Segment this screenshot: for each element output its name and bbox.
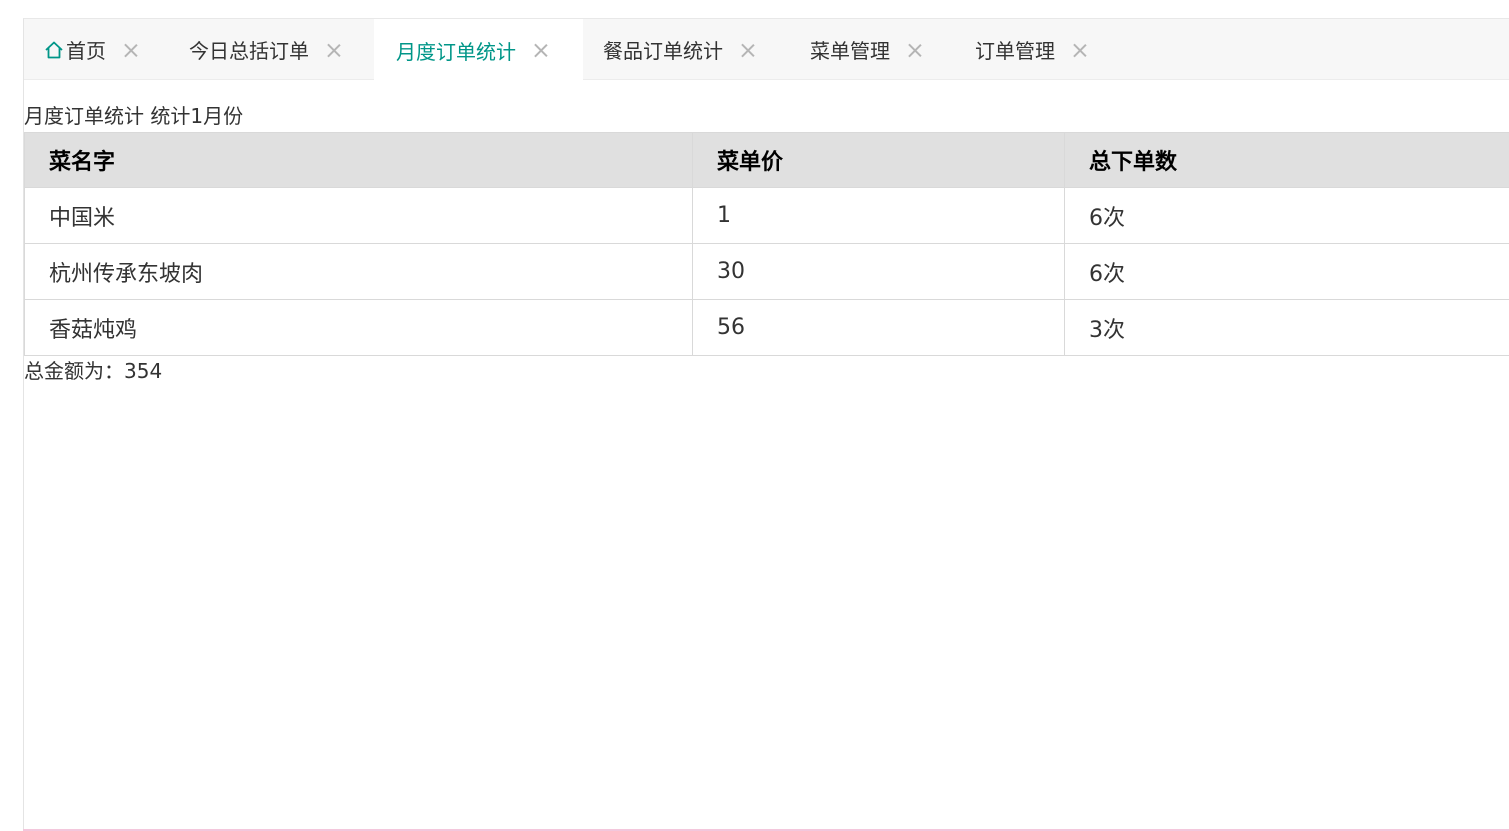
tab-today-orders[interactable]: 今日总括订单 xyxy=(189,19,341,80)
stats-table: 菜名字 菜单价 总下单数 中国米 1 6次 杭州传承东坡肉 30 6次 香菇炖鸡 xyxy=(24,132,1509,356)
cell-order-count: 6次 xyxy=(1064,187,1509,244)
cell-dish-name: 香菇炖鸡 xyxy=(24,299,693,356)
close-icon[interactable] xyxy=(1073,43,1087,57)
tab-label: 今日总括订单 xyxy=(189,39,309,63)
cell-price: 1 xyxy=(692,187,1065,244)
close-icon[interactable] xyxy=(327,43,341,57)
column-header-order-count: 总下单数 xyxy=(1064,132,1509,188)
close-icon[interactable] xyxy=(908,43,922,57)
cell-dish-name: 中国米 xyxy=(24,187,693,244)
tab-label: 餐品订单统计 xyxy=(603,39,723,63)
cell-price: 30 xyxy=(692,243,1065,300)
table-row: 杭州传承东坡肉 30 6次 xyxy=(24,243,1509,300)
page-content: 月度订单统计 统计1月份 菜名字 菜单价 总下单数 中国米 1 6次 杭州传承东… xyxy=(24,80,1509,386)
column-header-dish-name: 菜名字 xyxy=(24,132,693,188)
table-row: 香菇炖鸡 56 3次 xyxy=(24,299,1509,356)
main-frame: 首页 今日总括订单 月度订单统计 餐品订单统计 菜单管理 订单管理 月度订单统计… xyxy=(23,18,1509,831)
tab-order-management[interactable]: 订单管理 xyxy=(975,19,1087,80)
cell-order-count: 6次 xyxy=(1064,243,1509,300)
tab-label: 菜单管理 xyxy=(810,39,890,63)
cell-price: 56 xyxy=(692,299,1065,356)
tab-label: 月度订单统计 xyxy=(396,39,516,64)
tab-label: 订单管理 xyxy=(975,39,1055,63)
close-icon[interactable] xyxy=(741,43,755,57)
total-amount: 总金额为：354 xyxy=(24,359,163,383)
cell-order-count: 3次 xyxy=(1064,299,1509,356)
column-header-price: 菜单价 xyxy=(692,132,1065,188)
table-header-row: 菜名字 菜单价 总下单数 xyxy=(24,132,1509,188)
tab-monthly-stats[interactable]: 月度订单统计 xyxy=(374,19,583,81)
home-icon xyxy=(45,41,63,58)
table-row: 中国米 1 6次 xyxy=(24,187,1509,244)
close-icon[interactable] xyxy=(534,43,548,57)
page-caption: 月度订单统计 统计1月份 xyxy=(24,104,244,128)
cell-dish-name: 杭州传承东坡肉 xyxy=(24,243,693,300)
tab-label: 首页 xyxy=(66,39,106,63)
tab-bar: 首页 今日总括订单 月度订单统计 餐品订单统计 菜单管理 订单管理 xyxy=(24,19,1509,81)
tab-menu-management[interactable]: 菜单管理 xyxy=(810,19,922,80)
tab-dish-stats[interactable]: 餐品订单统计 xyxy=(603,19,755,80)
close-icon[interactable] xyxy=(124,43,138,57)
tab-home[interactable]: 首页 xyxy=(44,19,138,80)
